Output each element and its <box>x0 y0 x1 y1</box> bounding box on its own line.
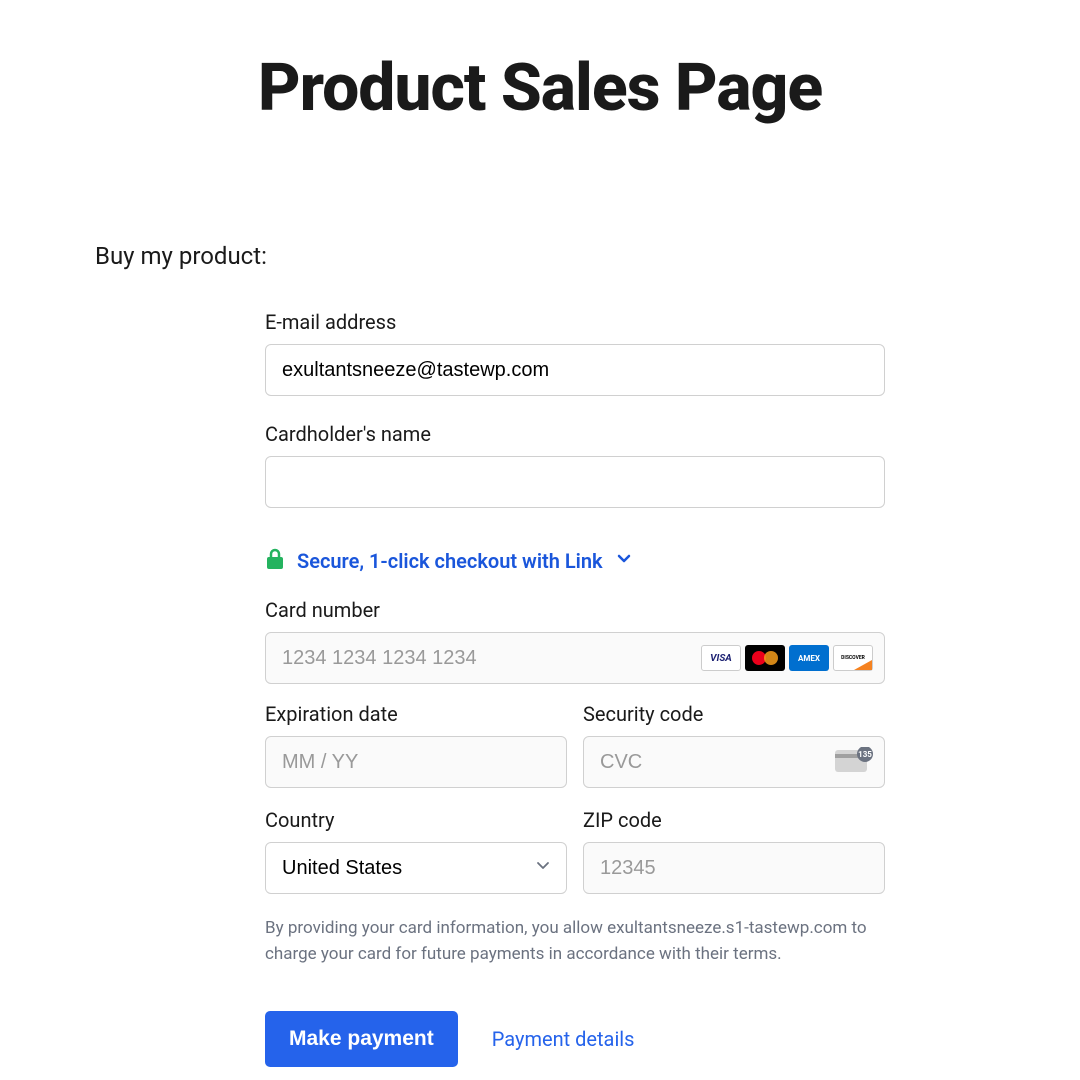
cardholder-label: Cardholder's name <box>265 422 885 446</box>
country-select[interactable]: United States <box>265 842 567 894</box>
buy-subtitle: Buy my product: <box>95 242 985 270</box>
expiration-field-group: Expiration date <box>265 702 567 788</box>
checkout-form: E-mail address Cardholder's name Secure,… <box>265 310 885 1067</box>
expiration-label: Expiration date <box>265 702 567 726</box>
amex-icon: AMEX <box>789 645 829 671</box>
discover-icon: DISCOVER <box>833 645 873 671</box>
secure-link-toggle[interactable]: Secure, 1-click checkout with Link <box>265 548 885 574</box>
cvc-card-icon: 135 <box>835 747 873 777</box>
card-brand-icons: VISA AMEX DISCOVER <box>701 645 873 671</box>
mastercard-icon <box>745 645 785 671</box>
disclaimer-text: By providing your card information, you … <box>265 916 885 967</box>
zip-label: ZIP code <box>583 808 885 832</box>
make-payment-button[interactable]: Make payment <box>265 1011 458 1067</box>
payment-details-link[interactable]: Payment details <box>492 1027 635 1051</box>
chevron-down-icon <box>615 550 633 572</box>
page-title: Product Sales Page <box>95 50 985 127</box>
visa-icon: VISA <box>701 645 741 671</box>
zip-input[interactable] <box>583 842 885 894</box>
card-number-label: Card number <box>265 598 885 622</box>
cvc-label: Security code <box>583 702 885 726</box>
svg-text:135: 135 <box>858 750 872 759</box>
cardholder-input[interactable] <box>265 456 885 508</box>
lock-icon <box>265 548 285 574</box>
zip-field-group: ZIP code <box>583 808 885 894</box>
email-label: E-mail address <box>265 310 885 334</box>
country-label: Country <box>265 808 567 832</box>
cvc-field-group: Security code 135 <box>583 702 885 788</box>
secure-link-text: Secure, 1-click checkout with Link <box>297 549 603 573</box>
email-input[interactable] <box>265 344 885 396</box>
email-field-group: E-mail address <box>265 310 885 396</box>
cardholder-field-group: Cardholder's name <box>265 422 885 508</box>
card-number-field-group: Card number VISA AMEX DISCOVER <box>265 598 885 684</box>
country-field-group: Country United States <box>265 808 567 894</box>
expiration-input[interactable] <box>265 736 567 788</box>
